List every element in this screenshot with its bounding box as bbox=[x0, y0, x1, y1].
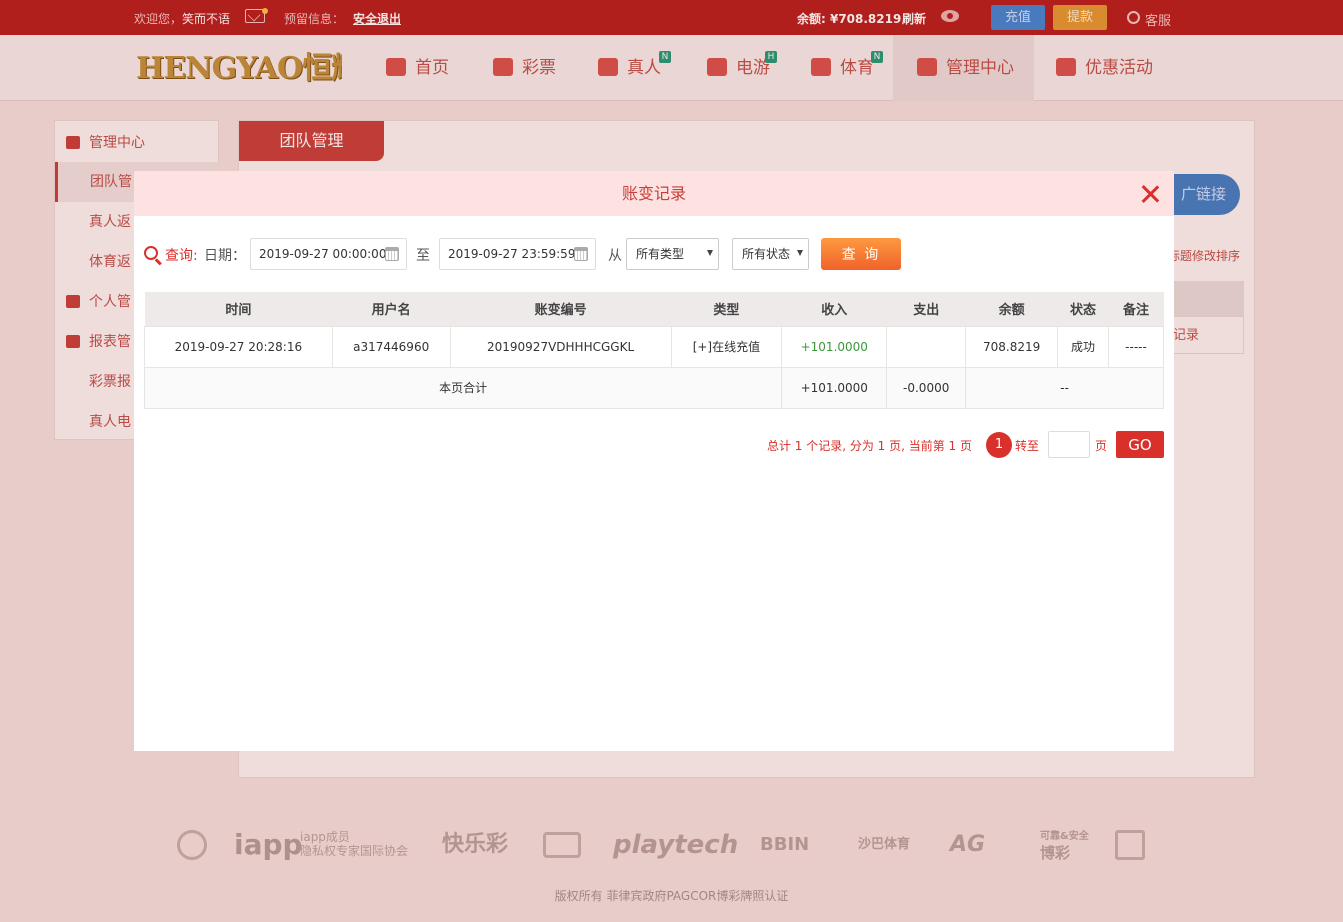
total-rest: -- bbox=[965, 366, 1164, 409]
query-button[interactable]: 查 询 bbox=[821, 238, 901, 270]
cell-type: [+]在线充值 bbox=[670, 325, 783, 368]
date-label: 日期： bbox=[204, 248, 246, 264]
type-select[interactable]: 所有类型 bbox=[626, 238, 719, 270]
header-username: 用户名 bbox=[332, 292, 451, 326]
cell-time: 2019-09-27 20:28:16 bbox=[144, 325, 333, 368]
cell-remark: ----- bbox=[1108, 325, 1164, 368]
cell-balance: 708.8219 bbox=[965, 325, 1059, 368]
header-balance: 余额 bbox=[965, 292, 1058, 326]
dropdown-arrow-icon bbox=[797, 250, 803, 256]
table-header-row: 时间 用户名 账变编号 类型 收入 支出 余额 状态 备注 bbox=[144, 292, 1164, 326]
cell-username: a317446960 bbox=[331, 325, 451, 368]
cell-status: 成功 bbox=[1057, 325, 1110, 368]
query-label: 查询: bbox=[165, 248, 198, 264]
page-number-input[interactable] bbox=[1048, 431, 1090, 458]
pagination: 总计 1 个记录, 分为 1 页, 当前第 1 页 1 转至 页 GO bbox=[134, 431, 1164, 459]
modal-title: 账变记录 bbox=[621, 184, 686, 203]
total-income: +101.0000 bbox=[781, 366, 888, 409]
header-status: 状态 bbox=[1057, 292, 1109, 326]
page-unit-label: 页 bbox=[1095, 439, 1108, 453]
header-income: 收入 bbox=[781, 292, 887, 326]
page-total-row: 本页合计 +101.0000 -0.0000 -- bbox=[143, 366, 1164, 409]
calendar-icon[interactable] bbox=[574, 247, 588, 261]
start-date-input[interactable] bbox=[250, 238, 407, 270]
status-select[interactable]: 所有状态 bbox=[732, 238, 809, 270]
search-icon bbox=[144, 246, 158, 260]
header-transaction-id: 账变编号 bbox=[450, 292, 671, 326]
goto-label: 转至 bbox=[1015, 439, 1040, 453]
cell-expense bbox=[886, 325, 967, 368]
cell-transaction-id: 20190927VDHHHCGGKL bbox=[449, 325, 672, 368]
go-button[interactable]: GO bbox=[1116, 431, 1164, 458]
end-date-input[interactable] bbox=[439, 238, 596, 270]
query-bar: 查询: 日期： 至 从 所有类型 所有状态 查 询 bbox=[144, 238, 1164, 270]
header-type: 类型 bbox=[671, 292, 782, 326]
total-label: 本页合计 bbox=[143, 366, 783, 409]
calendar-icon[interactable] bbox=[385, 247, 399, 261]
header-remark: 备注 bbox=[1108, 292, 1164, 326]
table-row: 2019-09-27 20:28:16 a317446960 20190927V… bbox=[144, 325, 1164, 368]
from-label: 从 bbox=[608, 248, 622, 264]
records-table: 时间 用户名 账变编号 类型 收入 支出 余额 状态 备注 2019-09-27… bbox=[143, 292, 1164, 409]
cell-income: +101.0000 bbox=[781, 325, 888, 368]
close-icon[interactable] bbox=[1138, 182, 1162, 206]
total-expense: -0.0000 bbox=[886, 366, 967, 409]
modal-header: 账变记录 bbox=[134, 171, 1174, 216]
transaction-records-modal: 账变记录 查询: 日期： 至 从 所有类型 所有状态 查 询 时间 用户名 账变… bbox=[134, 171, 1174, 751]
page-summary: 总计 1 个记录, 分为 1 页, 当前第 1 页 bbox=[766, 439, 972, 453]
dropdown-arrow-icon bbox=[707, 250, 713, 256]
to-label: 至 bbox=[416, 248, 430, 264]
header-expense: 支出 bbox=[886, 292, 966, 326]
header-time: 时间 bbox=[144, 292, 333, 326]
current-page-number[interactable]: 1 bbox=[986, 432, 1012, 458]
